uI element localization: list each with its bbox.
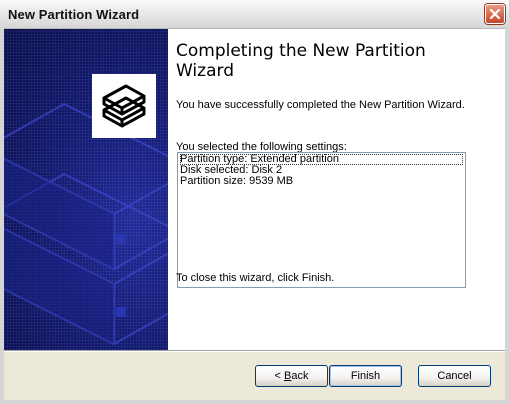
- wizard-content: Completing the New Partition Wizard You …: [168, 29, 501, 350]
- finish-button[interactable]: Finish: [329, 365, 402, 387]
- back-button[interactable]: < Back: [255, 365, 328, 387]
- close-hint: To close this wizard, click Finish.: [176, 272, 335, 284]
- close-button[interactable]: [485, 4, 505, 24]
- page-title: Completing the New Partition Wizard: [176, 41, 426, 81]
- back-button-label: ack: [291, 370, 309, 382]
- button-bar: < Back Finish Cancel: [4, 352, 505, 400]
- settings-line-partition-size[interactable]: Partition size: 9539 MB: [180, 176, 463, 187]
- back-button-prefix: <: [274, 370, 284, 382]
- success-message: You have successfully completed the New …: [176, 99, 465, 111]
- wizard-side-panel: [4, 29, 168, 350]
- cancel-button[interactable]: Cancel: [418, 365, 491, 387]
- title-bar[interactable]: New Partition Wizard: [0, 0, 509, 29]
- wizard-window: New Partition Wizard Completing the New …: [0, 0, 509, 404]
- disk-stack-icon: [92, 74, 156, 138]
- window-title: New Partition Wizard: [8, 7, 140, 22]
- close-icon: [489, 8, 501, 20]
- settings-summary-box[interactable]: Partition type: Extended partition Disk …: [177, 152, 466, 288]
